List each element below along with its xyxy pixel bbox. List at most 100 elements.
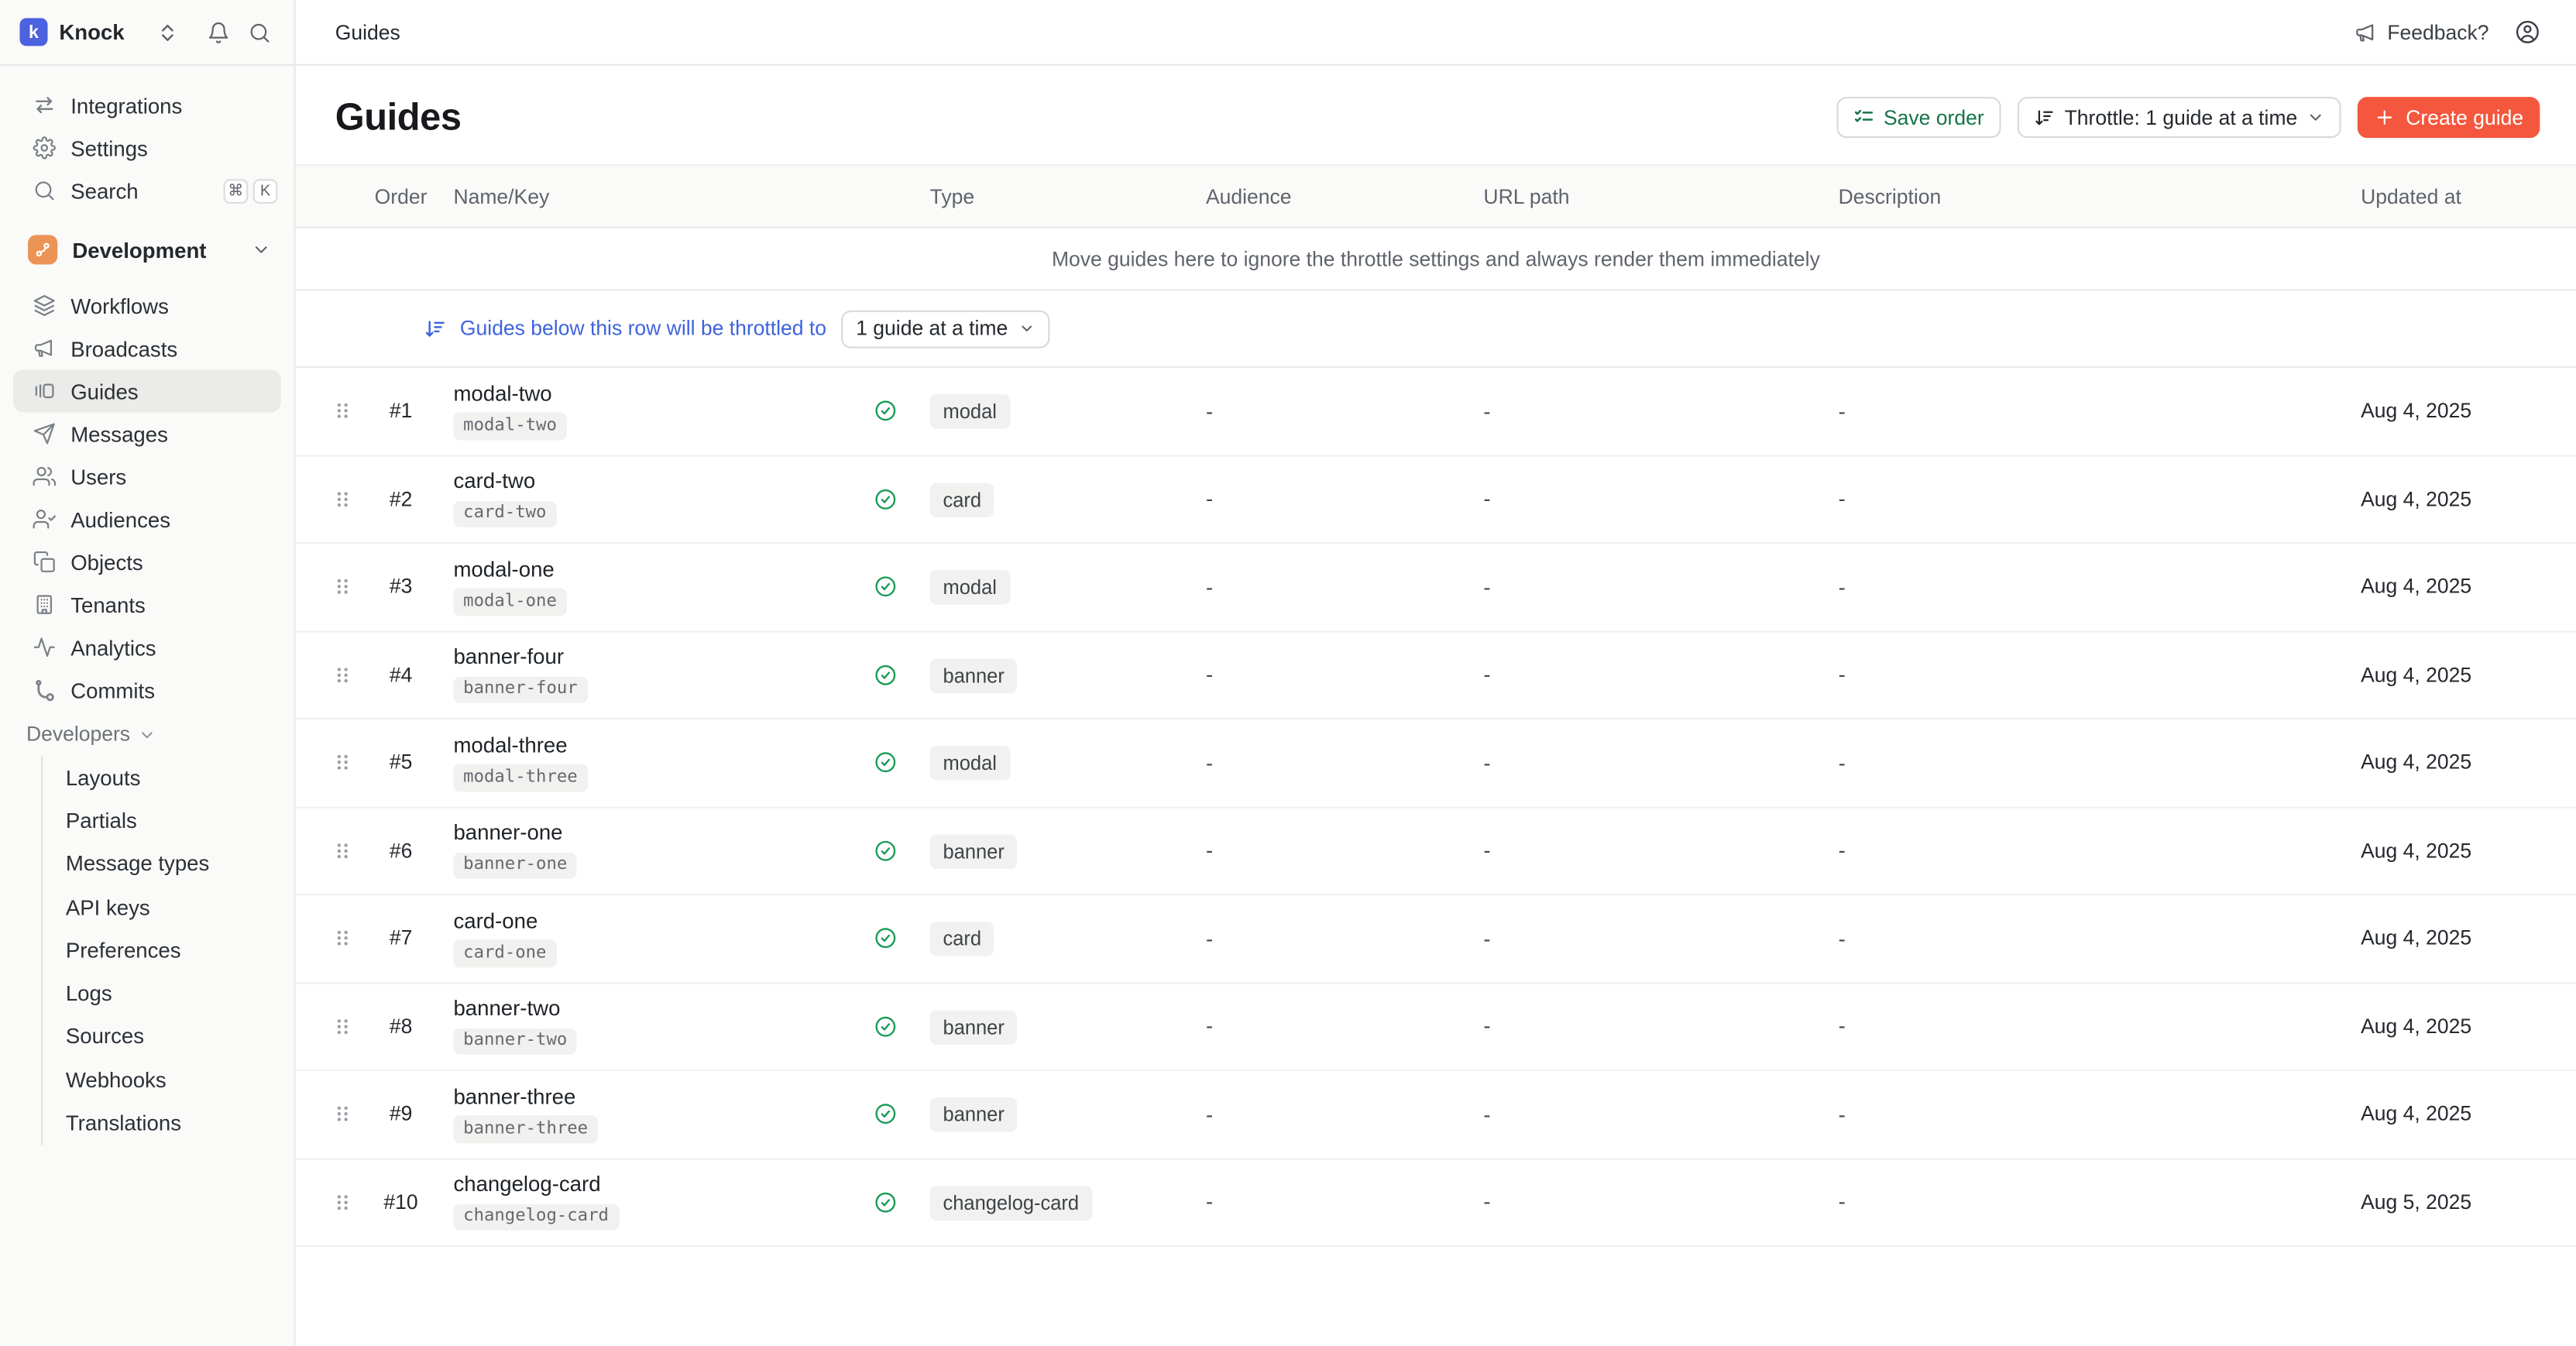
guide-description: -: [1839, 750, 2361, 775]
sidebar-sub-item[interactable]: Translations: [43, 1101, 294, 1145]
column-audience: Audience: [1206, 185, 1483, 208]
sidebar-item-objects[interactable]: Objects: [0, 541, 294, 583]
drag-handle-icon[interactable]: [322, 927, 362, 950]
sidebar-item-guides[interactable]: Guides: [13, 369, 281, 412]
guide-type-cell: banner: [930, 1014, 1206, 1039]
guide-row[interactable]: #1 modal-two modal-two modal - - - Aug 4…: [296, 368, 2576, 455]
guide-name-cell: banner-three banner-three: [440, 1086, 874, 1143]
sidebar-item-search[interactable]: Search ⌘ K: [0, 169, 294, 211]
guide-type-cell: card: [930, 486, 1206, 511]
environment-switcher[interactable]: Development: [0, 225, 294, 275]
drag-handle-icon[interactable]: [322, 487, 362, 510]
drag-handle-icon[interactable]: [322, 1190, 362, 1214]
drag-handle-icon[interactable]: [322, 1103, 362, 1126]
guide-row[interactable]: #6 banner-one banner-one banner - - - Au…: [296, 808, 2576, 895]
guide-status-cell: [874, 1103, 929, 1126]
guide-type-cell: card: [930, 926, 1206, 951]
drag-handle-icon[interactable]: [322, 575, 362, 599]
sidebar-sub-item-label: Logs: [66, 981, 112, 1006]
guide-description: -: [1839, 486, 2361, 511]
developers-section-toggle[interactable]: Developers: [0, 713, 294, 756]
sidebar-item-tenants[interactable]: Tenants: [0, 583, 294, 626]
guide-row[interactable]: #7 card-one card-one card - - - Aug 4, 2…: [296, 895, 2576, 983]
guide-updated-at: Aug 4, 2025: [2361, 1103, 2576, 1126]
guide-name[interactable]: card-two: [453, 470, 874, 493]
feedback-button[interactable]: Feedback?: [2354, 21, 2489, 44]
guide-key-badge: modal-three: [453, 764, 587, 791]
sidebar-item-commits[interactable]: Commits: [0, 668, 294, 711]
guide-description: -: [1839, 1014, 2361, 1039]
sidebar-item-broadcasts[interactable]: Broadcasts: [0, 327, 294, 369]
sidebar-item-messages[interactable]: Messages: [0, 412, 294, 455]
guide-name[interactable]: banner-one: [453, 822, 874, 845]
sidebar-item-label: Users: [70, 464, 126, 489]
create-guide-button[interactable]: Create guide: [2358, 97, 2540, 138]
sidebar-item-audiences[interactable]: Audiences: [0, 498, 294, 541]
sidebar-item-label: Broadcasts: [70, 336, 177, 361]
account-menu-button[interactable]: [2516, 19, 2540, 44]
sidebar-sub-item[interactable]: API keys: [43, 885, 294, 929]
guide-updated-at: Aug 4, 2025: [2361, 927, 2576, 950]
drag-handle-icon[interactable]: [322, 839, 362, 862]
immediate-dropzone-banner[interactable]: Move guides here to ignore the throttle …: [296, 228, 2576, 291]
sidebar-sub-item[interactable]: Message types: [43, 842, 294, 885]
sidebar-item-workflows[interactable]: Workflows: [0, 284, 294, 327]
guide-row[interactable]: #10 changelog-card changelog-card change…: [296, 1159, 2576, 1246]
sidebar-sub-item[interactable]: Preferences: [43, 929, 294, 972]
sidebar-item-label: Commits: [70, 678, 155, 702]
sidebar-item-users[interactable]: Users: [0, 455, 294, 498]
bell-icon[interactable]: [204, 17, 233, 46]
sidebar-sub-item[interactable]: Webhooks: [43, 1058, 294, 1101]
guide-name[interactable]: modal-one: [453, 558, 874, 582]
search-icon[interactable]: [245, 17, 274, 46]
guide-url-path: -: [1483, 1014, 1838, 1039]
guide-order: #6: [362, 839, 441, 862]
pulse-icon: [33, 636, 56, 659]
guide-row[interactable]: #5 modal-three modal-three modal - - - A…: [296, 719, 2576, 807]
sidebar-item-label: Guides: [70, 379, 138, 403]
guide-name[interactable]: modal-two: [453, 383, 874, 406]
guide-name[interactable]: card-one: [453, 910, 874, 933]
sidebar-item-integrations[interactable]: Integrations: [0, 84, 294, 126]
guide-name[interactable]: banner-two: [453, 997, 874, 1021]
workspace-switcher-icon[interactable]: [153, 17, 182, 46]
drag-handle-icon[interactable]: [322, 1015, 362, 1038]
sidebar-sub-item[interactable]: Partials: [43, 799, 294, 843]
drag-handle-icon[interactable]: [322, 663, 362, 686]
sidebar-item-analytics[interactable]: Analytics: [0, 626, 294, 668]
sidebar-sub-item[interactable]: Logs: [43, 972, 294, 1015]
guide-type-badge: banner: [930, 834, 1018, 869]
guide-row[interactable]: #8 banner-two banner-two banner - - - Au…: [296, 984, 2576, 1071]
guide-name[interactable]: modal-three: [453, 734, 874, 757]
guide-url-path: -: [1483, 1102, 1838, 1127]
guide-row[interactable]: #9 banner-three banner-three banner - - …: [296, 1071, 2576, 1159]
sidebar-sub-item[interactable]: Layouts: [43, 756, 294, 799]
throttle-select[interactable]: 1 guide at a time: [841, 310, 1050, 348]
app-window: k Knock Integrations: [0, 0, 2576, 1346]
guide-audience: -: [1206, 1190, 1483, 1214]
sidebar-sub-item[interactable]: Sources: [43, 1015, 294, 1058]
guide-row[interactable]: #2 card-two card-two card - - - Aug 4, 2…: [296, 456, 2576, 544]
table-header: Order Name/Key Type Audience URL path De…: [296, 164, 2576, 228]
guide-name[interactable]: changelog-card: [453, 1173, 874, 1197]
guide-type-badge: banner: [930, 1097, 1018, 1132]
guide-name[interactable]: banner-four: [453, 646, 874, 669]
guide-url-path: -: [1483, 838, 1838, 863]
guide-name[interactable]: banner-three: [453, 1086, 874, 1109]
drag-handle-icon[interactable]: [322, 400, 362, 423]
guide-key-badge: banner-three: [453, 1116, 597, 1143]
throttle-note-link[interactable]: Guides below this row will be throttled …: [460, 317, 826, 340]
guide-type-badge: card: [930, 482, 994, 517]
guide-row[interactable]: #4 banner-four banner-four banner - - - …: [296, 632, 2576, 719]
drag-handle-icon[interactable]: [322, 751, 362, 774]
throttle-dropdown-button[interactable]: Throttle: 1 guide at a time: [2017, 97, 2341, 138]
save-order-button[interactable]: Save order: [1836, 97, 2000, 138]
guide-status-cell: [874, 487, 929, 510]
guide-row[interactable]: #3 modal-one modal-one modal - - - Aug 4…: [296, 544, 2576, 631]
guide-name-cell: card-one card-one: [440, 910, 874, 967]
sidebar-item-settings[interactable]: Settings: [0, 126, 294, 169]
check-circle-icon: [874, 400, 897, 423]
pages-icon: [33, 551, 56, 574]
guide-updated-at: Aug 4, 2025: [2361, 400, 2576, 423]
chevron-down-icon: [1019, 321, 1036, 337]
